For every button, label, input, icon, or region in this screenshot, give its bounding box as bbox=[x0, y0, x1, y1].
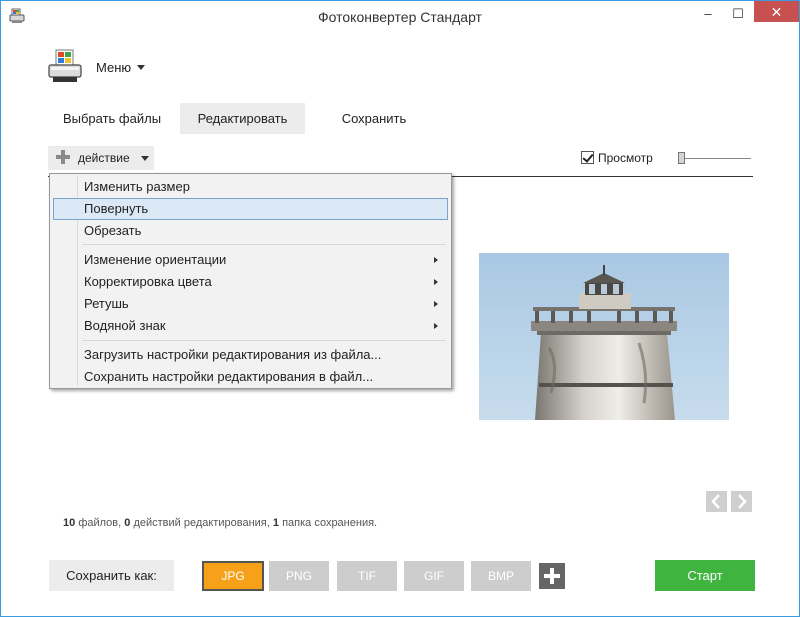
preview-checkbox[interactable] bbox=[581, 151, 594, 164]
plus-icon bbox=[56, 150, 70, 164]
action-dropdown-menu: Изменить размер Повернуть Обрезать Измен… bbox=[49, 173, 452, 389]
start-button[interactable]: Старт bbox=[655, 560, 755, 591]
chevron-down-icon bbox=[137, 65, 145, 70]
maximize-button[interactable]: ☐ bbox=[725, 3, 751, 25]
add-action-label: действие bbox=[78, 151, 130, 165]
preview-label: Просмотр bbox=[598, 151, 653, 165]
menu-item-rotate[interactable]: Повернуть bbox=[53, 198, 448, 220]
save-as-label: Сохранить как: bbox=[49, 560, 174, 591]
folders-text: папка сохранения. bbox=[282, 517, 378, 529]
files-count: 10 bbox=[63, 517, 76, 529]
menu-item-label: Ретушь bbox=[84, 296, 129, 311]
main-menu-button[interactable]: Меню bbox=[96, 60, 131, 75]
tab-save[interactable]: Сохранить bbox=[321, 103, 427, 134]
app-window: Фотоконвертер Стандарт – ☐ ✕ Меню Выбрат… bbox=[0, 0, 800, 617]
tab-edit[interactable]: Редактировать bbox=[180, 103, 305, 134]
window-title: Фотоконвертер Стандарт bbox=[318, 9, 482, 25]
menu-item-label: Обрезать bbox=[84, 223, 142, 238]
menu-item-label: Водяной знак bbox=[84, 318, 166, 333]
submenu-arrow-icon bbox=[434, 257, 438, 263]
format-tif-button[interactable]: TIF bbox=[337, 561, 397, 591]
menu-separator bbox=[82, 340, 446, 341]
menu-item-label: Изменить размер bbox=[84, 179, 190, 194]
zoom-slider-track[interactable] bbox=[678, 158, 751, 159]
format-jpg-button[interactable]: JPG bbox=[202, 561, 264, 591]
next-button[interactable] bbox=[731, 491, 752, 512]
menu-item-resize[interactable]: Изменить размер bbox=[53, 176, 448, 198]
files-text: файлов, bbox=[78, 517, 122, 529]
menu-item-save-settings[interactable]: Сохранить настройки редактирования в фай… bbox=[53, 366, 448, 388]
menu-item-load-settings[interactable]: Загрузить настройки редактирования из фа… bbox=[53, 344, 448, 366]
chevron-right-icon bbox=[738, 494, 747, 509]
menu-item-orientation[interactable]: Изменение ориентации bbox=[53, 249, 448, 271]
menu-item-label: Сохранить настройки редактирования в фай… bbox=[84, 369, 374, 384]
title-bar[interactable]: Фотоконвертер Стандарт – ☐ ✕ bbox=[1, 1, 799, 32]
menu-item-label: Изменение ориентации bbox=[84, 252, 227, 267]
actions-count: 0 bbox=[124, 517, 131, 529]
submenu-arrow-icon bbox=[434, 323, 438, 329]
add-format-button[interactable] bbox=[539, 563, 565, 589]
close-button[interactable]: ✕ bbox=[754, 1, 799, 22]
submenu-arrow-icon bbox=[434, 279, 438, 285]
photo-preview bbox=[479, 253, 729, 420]
previous-button[interactable] bbox=[706, 491, 727, 512]
zoom-slider-thumb[interactable] bbox=[678, 152, 685, 164]
minimize-button[interactable]: – bbox=[695, 3, 721, 25]
format-bmp-button[interactable]: BMP bbox=[471, 561, 531, 591]
chevron-left-icon bbox=[711, 494, 720, 509]
printer-app-icon[interactable] bbox=[47, 49, 83, 83]
format-gif-button[interactable]: GIF bbox=[404, 561, 464, 591]
add-action-button[interactable]: действие bbox=[48, 146, 154, 170]
format-png-button[interactable]: PNG bbox=[269, 561, 329, 591]
menu-item-label: Корректировка цвета bbox=[84, 274, 212, 289]
folders-count: 1 bbox=[272, 517, 279, 529]
menu-item-retouch[interactable]: Ретушь bbox=[53, 293, 448, 315]
status-bar: 10 файлов, 0 действий редактирования, 1 … bbox=[63, 517, 377, 529]
menu-item-label: Повернуть bbox=[84, 201, 149, 216]
submenu-arrow-icon bbox=[434, 301, 438, 307]
actions-text: действий редактирования, bbox=[133, 517, 270, 529]
chevron-down-icon bbox=[141, 156, 149, 161]
menu-separator bbox=[82, 244, 446, 245]
menu-item-color-correction[interactable]: Корректировка цвета bbox=[53, 271, 448, 293]
menu-item-watermark[interactable]: Водяной знак bbox=[53, 315, 448, 337]
menu-item-crop[interactable]: Обрезать bbox=[53, 220, 448, 242]
tab-select-files[interactable]: Выбрать файлы bbox=[55, 103, 169, 134]
menu-item-label: Загрузить настройки редактирования из фа… bbox=[84, 347, 382, 362]
